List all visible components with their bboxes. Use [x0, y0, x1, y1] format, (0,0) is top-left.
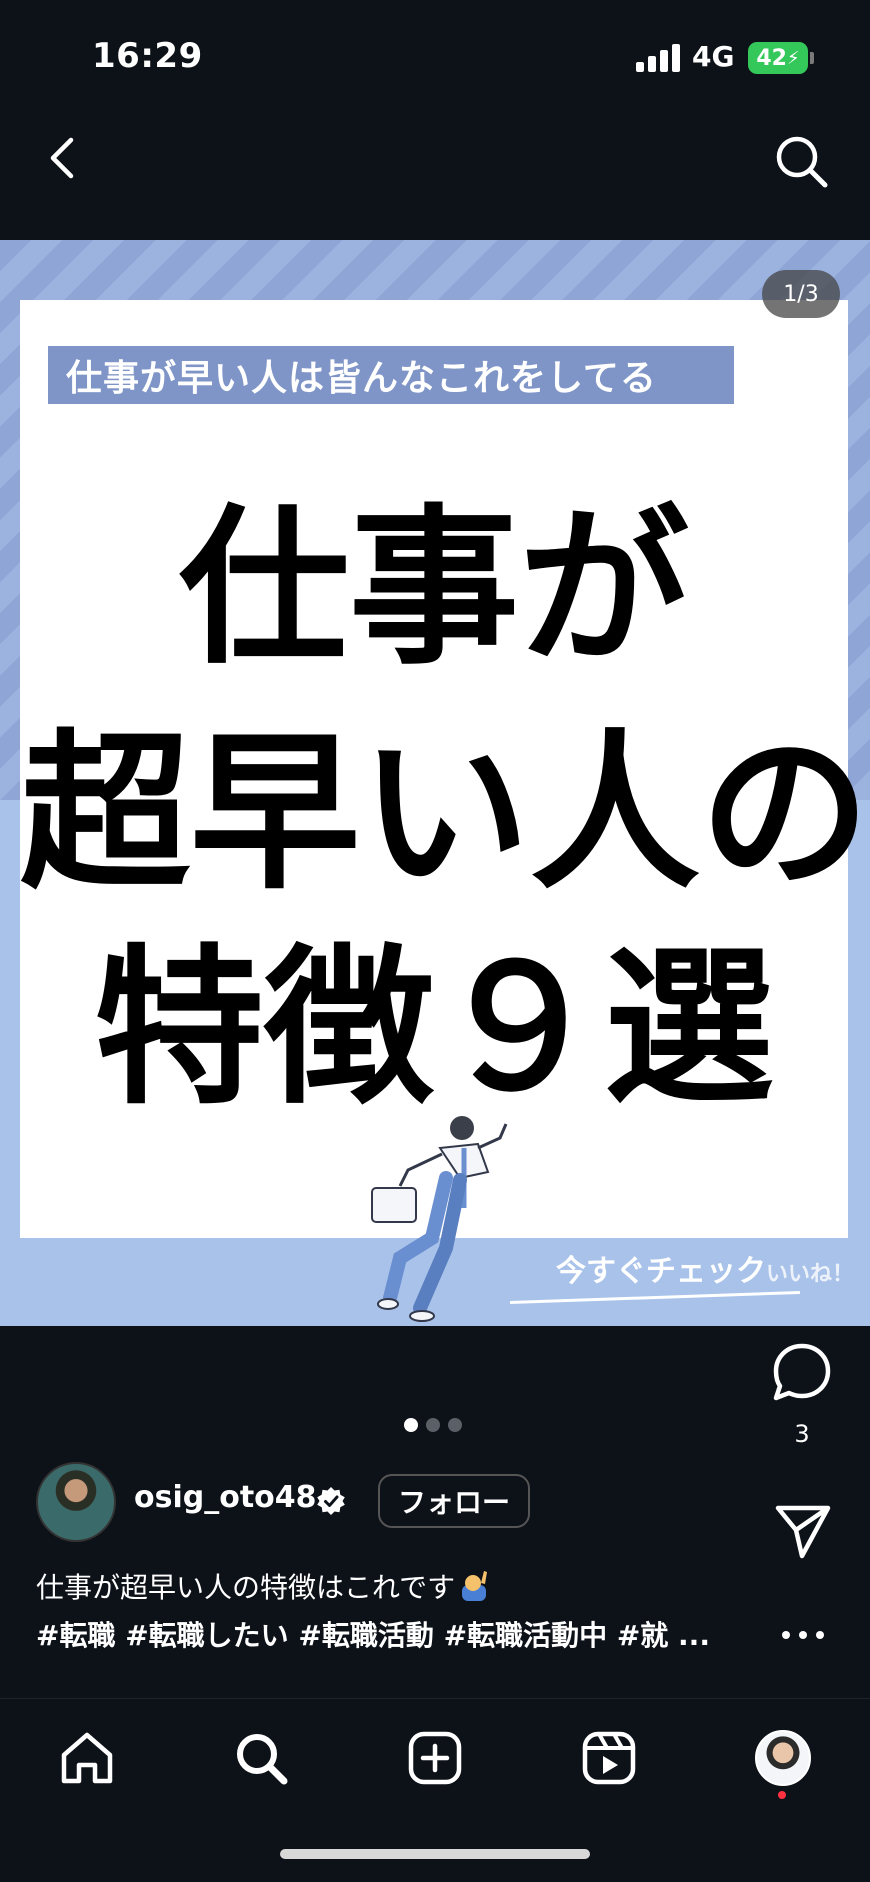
carousel-dot-3 — [448, 1418, 462, 1432]
create-icon — [408, 1731, 462, 1785]
carousel-counter: 1/3 — [762, 270, 840, 318]
profile-avatar — [755, 1730, 811, 1786]
image-cta-text: 今すぐチェックいいね！ — [556, 1246, 854, 1290]
running-businessman-illustration — [371, 1116, 508, 1322]
like-button[interactable] — [768, 1180, 834, 1240]
nav-create[interactable] — [400, 1723, 470, 1793]
cta-label: 今すぐチェック — [556, 1254, 766, 1289]
chevron-left-icon — [50, 137, 74, 179]
heart-icon — [769, 1180, 833, 1237]
battery-level: 42 — [756, 45, 787, 71]
search-icon — [237, 1734, 288, 1785]
post-image-carousel[interactable]: 仕事が早い人は皆んなこれをしてる 仕事が 超早い人の 特徴９選 1/3 今すぐチ… — [0, 240, 870, 1326]
comment-count: 3 — [794, 1420, 810, 1448]
more-icon — [782, 1631, 824, 1639]
caption-text: 仕事が超早い人の特徴はこれです — [36, 1571, 456, 1604]
share-button[interactable] — [772, 1500, 834, 1562]
battery-icon: 42 ⚡ — [748, 42, 808, 74]
more-options-button[interactable] — [780, 1610, 826, 1640]
comment-button[interactable] — [770, 1340, 834, 1404]
image-headline-line1: 仕事が — [178, 490, 689, 688]
image-headline-line2: 超早い人の — [20, 715, 870, 913]
notification-dot — [778, 1791, 786, 1799]
send-icon — [775, 1505, 831, 1559]
network-type: 4G — [692, 40, 735, 73]
back-button[interactable] — [32, 128, 92, 188]
nav-home[interactable] — [52, 1723, 122, 1793]
status-bar: 16:29 4G 42 ⚡ — [0, 0, 870, 110]
verified-badge-icon — [317, 1487, 345, 1515]
nav-profile[interactable] — [748, 1723, 818, 1793]
status-time: 16:29 — [92, 36, 203, 76]
search-icon — [776, 136, 828, 188]
user-avatar[interactable] — [36, 1462, 116, 1542]
cellular-signal-icon — [636, 44, 682, 72]
username[interactable]: osig_oto48 — [134, 1480, 317, 1515]
nav-reels[interactable] — [574, 1723, 644, 1793]
reels-icon — [582, 1731, 636, 1785]
nav-search[interactable] — [226, 1723, 296, 1793]
raising-hand-emoji-icon — [462, 1571, 488, 1601]
bottom-navigation — [0, 1698, 870, 1882]
post-image-card: 仕事が早い人は皆んなこれをしてる 仕事が 超早い人の 特徴９選 — [20, 300, 870, 1238]
home-icon — [61, 1732, 113, 1784]
comment-icon — [773, 1343, 831, 1401]
home-indicator — [280, 1849, 590, 1859]
image-subtitle: 仕事が早い人は皆んなこれをしてる — [48, 346, 734, 404]
follow-button[interactable]: フォロー — [378, 1474, 530, 1528]
carousel-indicator — [404, 1418, 462, 1434]
post-hashtags[interactable]: #転職 #転職したい #転職活動 #転職活動中 #就 ... — [36, 1614, 710, 1654]
cta-overlay: いいね！ — [766, 1262, 855, 1287]
carousel-dot-1 — [404, 1418, 418, 1432]
post-caption[interactable]: 仕事が超早い人の特徴はこれです — [36, 1566, 489, 1606]
search-button[interactable] — [768, 128, 834, 194]
carousel-dot-2 — [426, 1418, 440, 1432]
battery-cap — [810, 52, 814, 64]
image-headline-line3: 特徴９選 — [93, 930, 774, 1128]
